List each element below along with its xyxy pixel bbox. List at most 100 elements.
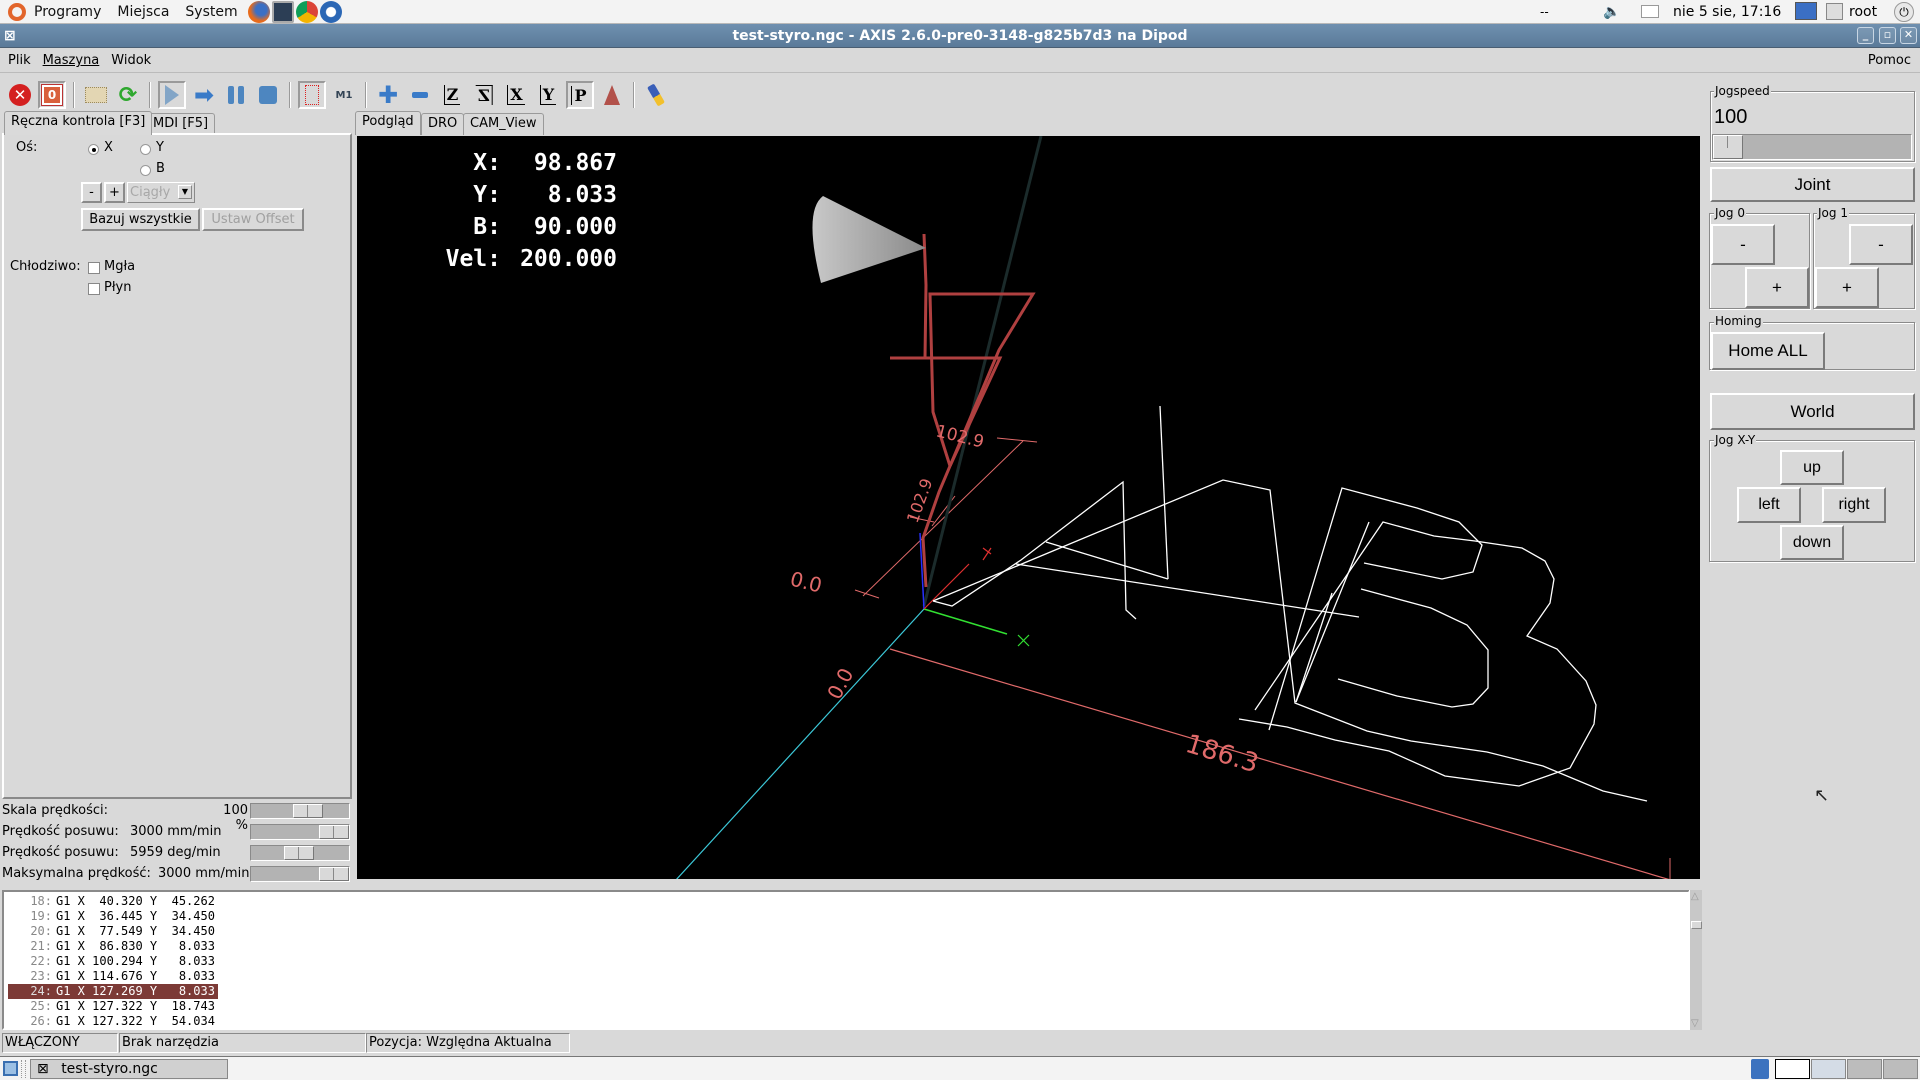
gcode-line[interactable]: 23: G1 X 114.676 Y 8.033 (8, 969, 218, 984)
optional-stop-button[interactable]: M1 (330, 81, 358, 109)
view-p-button[interactable]: P (566, 81, 594, 109)
chrome-icon[interactable] (295, 0, 318, 23)
jog-plus-button[interactable]: + (104, 182, 125, 203)
reload-button[interactable]: ⟳ (114, 81, 142, 109)
mist-label[interactable]: Mgła (104, 259, 135, 274)
stop-button[interactable] (254, 81, 282, 109)
jog-speed-slider[interactable] (250, 824, 350, 840)
menu-system[interactable]: System (177, 4, 245, 20)
axis-y-label[interactable]: Y (156, 140, 164, 155)
jog1-minus-button[interactable]: - (1849, 224, 1913, 265)
axis-b-radio[interactable] (140, 165, 151, 176)
max-velocity-slider[interactable] (250, 866, 350, 882)
menu-help[interactable]: Pomoc (1864, 53, 1915, 68)
menu-view[interactable]: Widok (107, 53, 155, 68)
flood-checkbox[interactable] (88, 283, 100, 295)
jog-up-button[interactable]: up (1780, 450, 1844, 485)
axis-x-label[interactable]: X (104, 140, 113, 155)
jog-down-button[interactable]: down (1780, 525, 1844, 560)
home-all-button-right[interactable]: Home ALL (1711, 332, 1825, 370)
axis-x-radio[interactable] (88, 144, 99, 155)
home-all-button[interactable]: Bazuj wszystkie (81, 208, 200, 231)
preview-canvas[interactable]: 186.3 102.9 102.9 0.0 0.0 X: 98.867 Y: 8… (357, 136, 1700, 879)
axis-b-label[interactable]: B (156, 161, 165, 176)
terminal-icon[interactable] (271, 0, 294, 23)
zoom-in-button[interactable]: ✚ (374, 81, 402, 109)
angular-jog-speed-slider[interactable] (250, 845, 350, 861)
view-x-button[interactable]: X (502, 81, 530, 109)
jog1-plus-button[interactable]: + (1815, 267, 1879, 308)
tab-manual-control[interactable]: Ręczna kontrola [F3] (4, 111, 153, 135)
gcode-line[interactable]: 18: G1 X 40.320 Y 45.262 (8, 894, 218, 909)
scroll-down-icon[interactable]: ▽ (1691, 1018, 1699, 1029)
slider-thumb[interactable] (1713, 135, 1743, 159)
firefox-icon[interactable] (247, 0, 270, 23)
workspace-1[interactable] (1775, 1059, 1810, 1079)
tab-mdi[interactable]: MDI [F5] (146, 113, 216, 135)
tab-cam-view[interactable]: CAM_View (463, 113, 544, 135)
pause-button[interactable] (222, 81, 250, 109)
slider-thumb[interactable] (319, 825, 349, 839)
maximize-button[interactable]: ▫ (1879, 27, 1896, 44)
slider-thumb[interactable] (284, 846, 314, 860)
view-z2-button[interactable]: Z (470, 81, 498, 109)
menu-programs[interactable]: Programy (26, 4, 109, 20)
app-icon[interactable]: ⊠ (4, 24, 16, 48)
gcode-line[interactable]: 20: G1 X 77.549 Y 34.450 (8, 924, 218, 939)
axis-y-radio[interactable] (140, 144, 151, 155)
close-button[interactable]: ✕ (1900, 27, 1917, 44)
flood-label[interactable]: Płyn (104, 280, 131, 295)
show-desktop-icon[interactable] (3, 1061, 18, 1076)
minimize-button[interactable]: _ (1857, 27, 1874, 44)
run-button[interactable] (158, 81, 186, 109)
scroll-up-icon[interactable]: △ (1691, 891, 1699, 902)
gcode-line[interactable]: 19: G1 X 36.445 Y 34.450 (8, 909, 218, 924)
jog-minus-button[interactable]: - (81, 182, 102, 203)
panel-handle[interactable] (21, 1060, 26, 1078)
gcode-scrollbar[interactable]: △ ▽ (1689, 890, 1702, 1030)
open-file-button[interactable] (82, 81, 110, 109)
gcode-listing[interactable]: 18: G1 X 40.320 Y 45.262 19: G1 X 36.445 Y … (2, 890, 1690, 1030)
jog0-minus-button[interactable]: - (1711, 224, 1775, 265)
workspace-2[interactable] (1811, 1059, 1846, 1079)
clock[interactable]: nie 5 sie, 17:16 (1673, 4, 1781, 20)
gcode-line[interactable]: 21: G1 X 86.830 Y 8.033 (8, 939, 218, 954)
slider-thumb[interactable] (293, 804, 323, 818)
jog-increment-select[interactable]: Ciągły ▼ (127, 182, 195, 203)
tab-preview[interactable]: Podgląd (355, 111, 421, 135)
rotate-button[interactable] (598, 81, 626, 109)
menu-machine[interactable]: Maszyna (39, 53, 104, 68)
gcode-line[interactable]: 25: G1 X 127.322 Y 18.743 (8, 999, 218, 1014)
jog0-plus-button[interactable]: + (1745, 267, 1809, 308)
scroll-thumb[interactable] (1691, 921, 1702, 929)
menu-file[interactable]: Plik (4, 53, 35, 68)
jogspeed-slider[interactable] (1712, 134, 1912, 160)
view-y-button[interactable]: Y (534, 81, 562, 109)
workspace-3[interactable] (1847, 1059, 1882, 1079)
gcode-line[interactable]: 26: G1 X 127.322 Y 54.034 (8, 1014, 218, 1029)
estop-button[interactable]: ✕ (6, 81, 34, 109)
workspace-4[interactable] (1883, 1059, 1918, 1079)
ubuntu-logo-icon[interactable] (8, 2, 26, 21)
shutdown-icon[interactable]: ⏻ (1894, 2, 1914, 22)
slider-thumb[interactable] (319, 867, 349, 881)
menu-places[interactable]: Miejsca (109, 4, 177, 20)
gcode-line[interactable]: 22: G1 X 100.294 Y 8.033 (8, 954, 218, 969)
window-title-bar[interactable]: ⊠ test-styro.ngc - AXIS 2.6.0-pre0-3148-… (0, 24, 1920, 48)
jog-left-button[interactable]: left (1737, 487, 1801, 523)
view-z-button[interactable]: Z (438, 81, 466, 109)
trash-icon[interactable] (1751, 1059, 1769, 1079)
feed-override-slider[interactable] (250, 803, 350, 819)
user-icon[interactable] (1826, 3, 1843, 20)
mail-icon[interactable] (1641, 5, 1659, 18)
taskbar-window-item[interactable]: ⊠ test-styro.ngc (30, 1059, 228, 1079)
thunderbird-icon[interactable] (319, 0, 342, 23)
world-button[interactable]: World (1710, 393, 1915, 430)
machine-power-button[interactable]: 0 (38, 81, 66, 109)
gcode-line-selected[interactable]: 24: G1 X 127.269 Y 8.033 (8, 984, 218, 999)
step-button[interactable]: ➡ (190, 81, 218, 109)
jog-right-button[interactable]: right (1822, 487, 1886, 523)
network-icon[interactable] (1795, 2, 1817, 20)
tab-dro[interactable]: DRO (421, 113, 465, 135)
block-delete-button[interactable] (298, 81, 326, 109)
